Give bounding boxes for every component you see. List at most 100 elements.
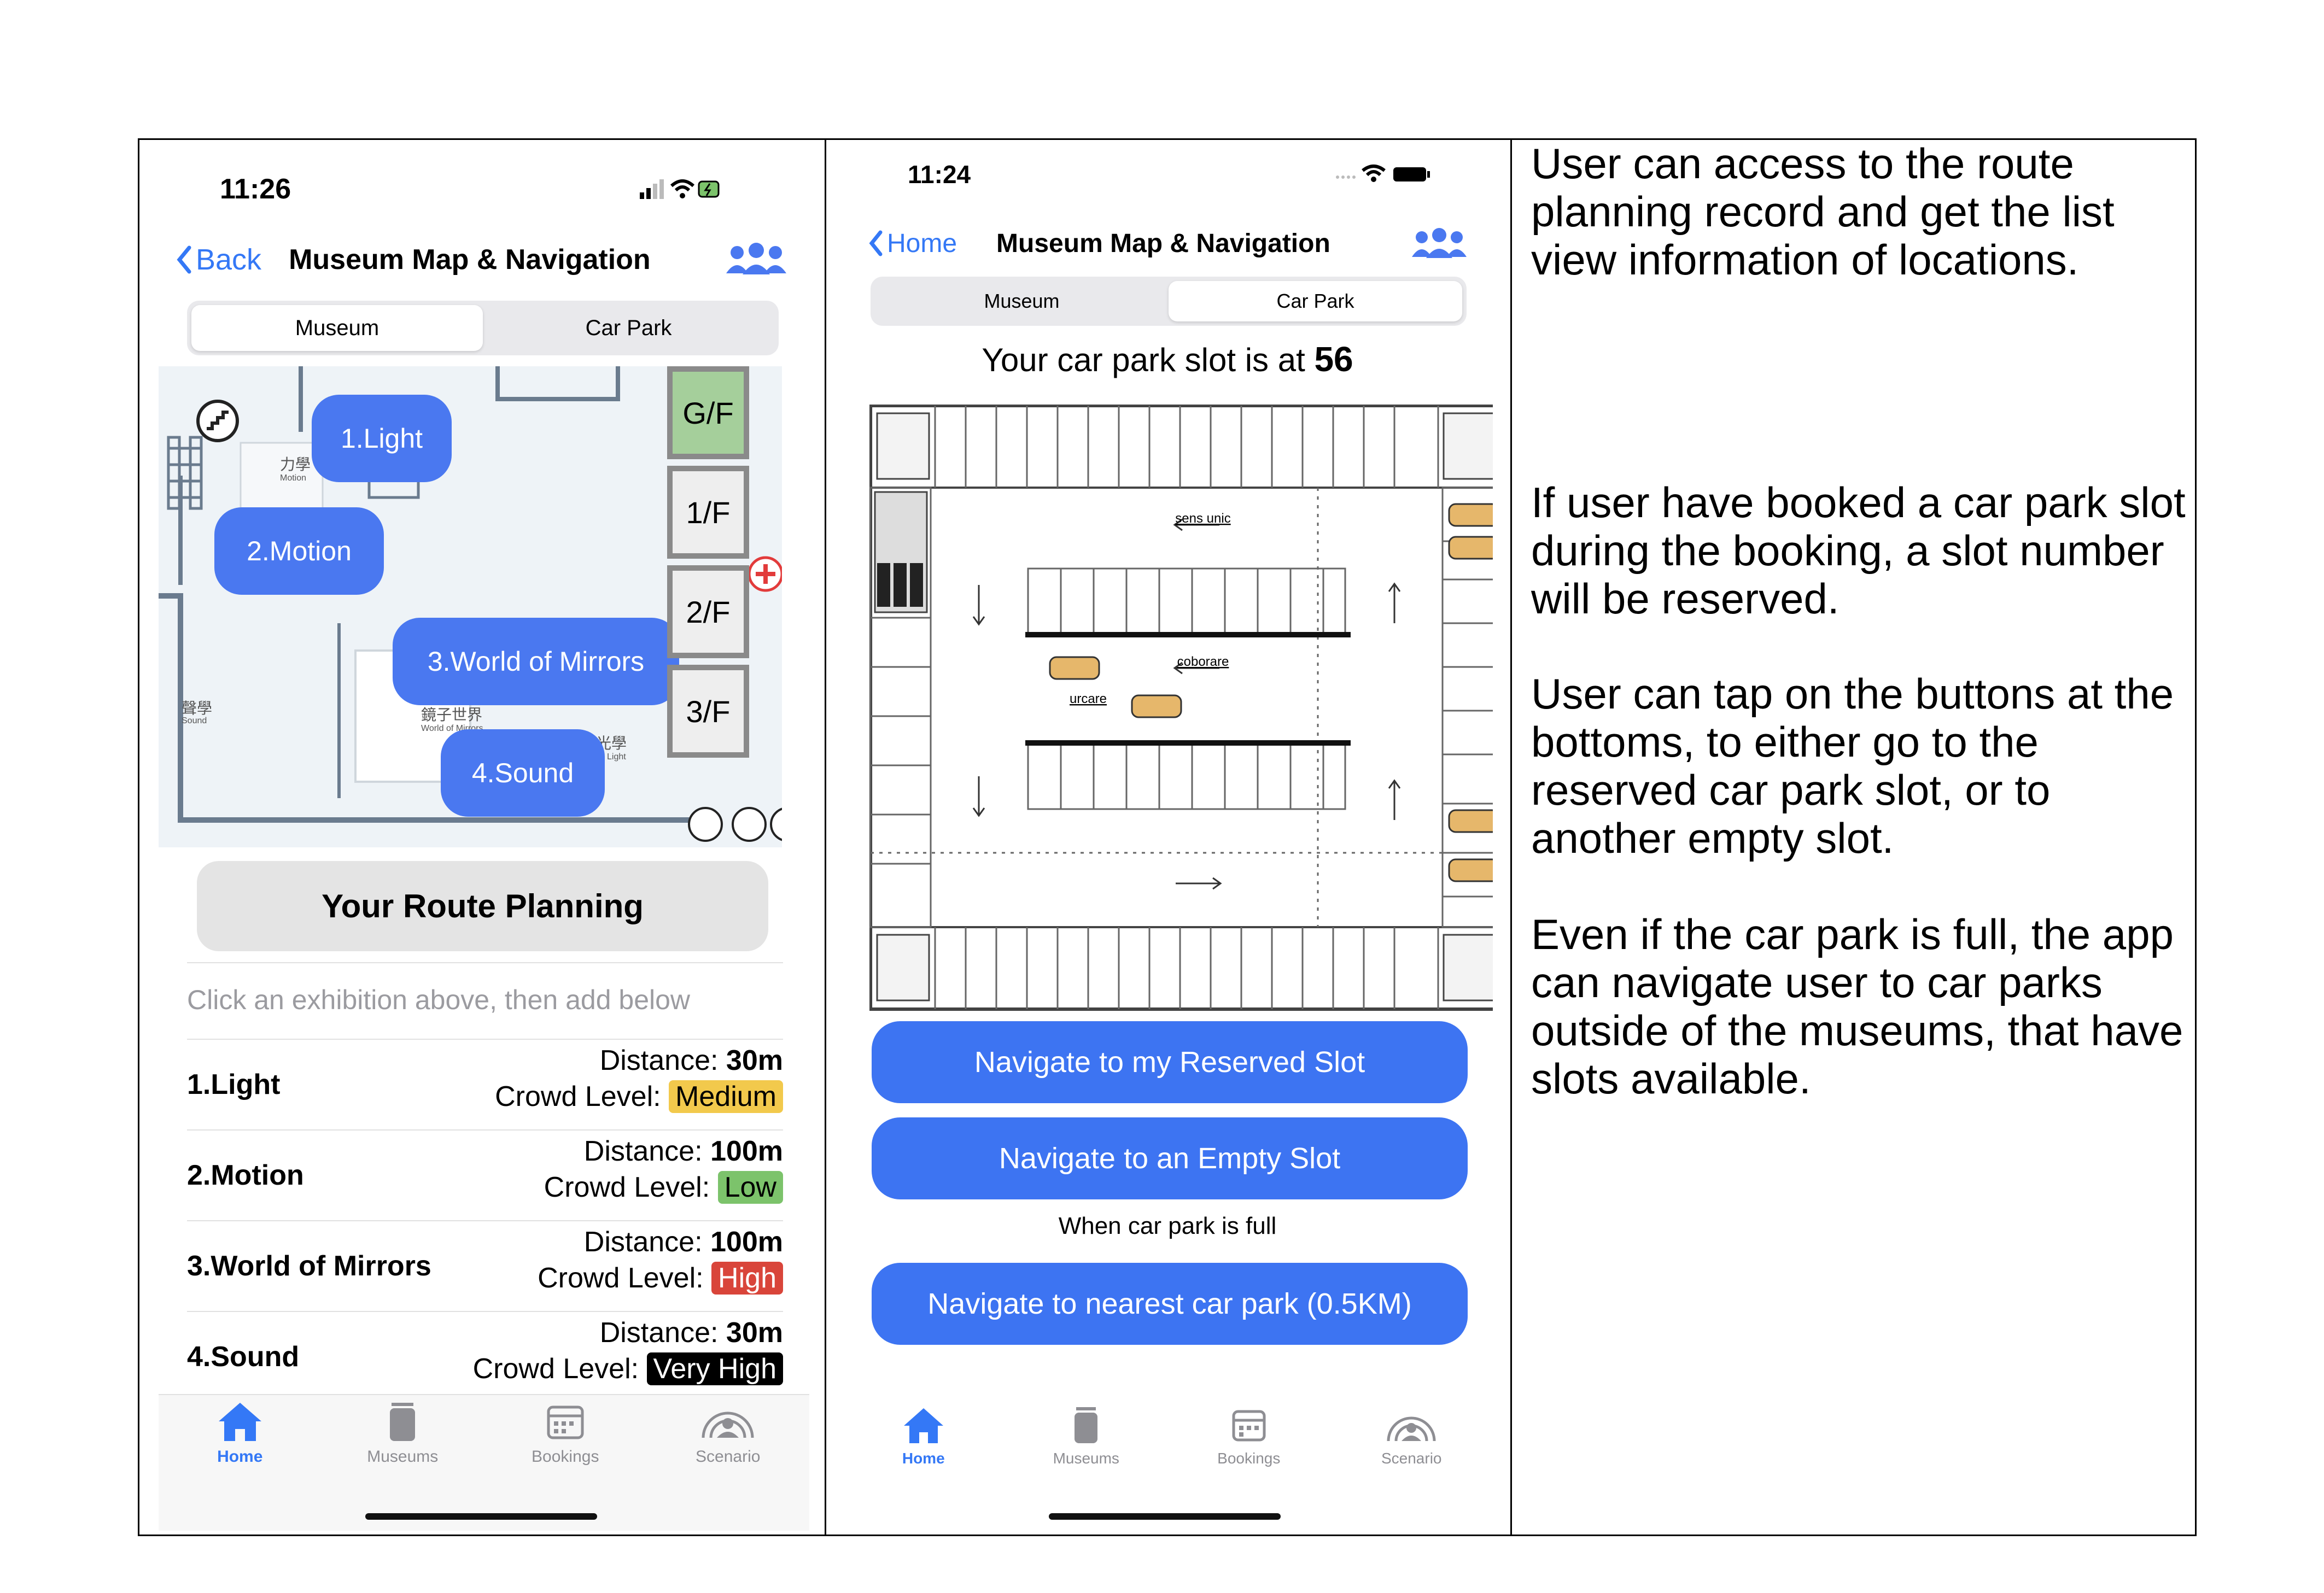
nav-bar: Back Museum Map & Navigation bbox=[174, 241, 792, 279]
tab-scenario[interactable]: Scenario bbox=[1330, 1405, 1493, 1467]
segmented-control: Museum Car Park bbox=[187, 301, 779, 355]
museum-map[interactable]: 力學 Motion 聲學 Sound 鏡子世界 World of Mirrors… bbox=[159, 366, 782, 847]
crowd-line: Crowd Level: High bbox=[538, 1262, 783, 1295]
crowd-line: Crowd Level: Low bbox=[544, 1171, 783, 1204]
tab-bar: Home Museums Bookings Scenario bbox=[842, 1405, 1493, 1467]
segmented-control: Museum Car Park bbox=[871, 277, 1467, 326]
lift-icon bbox=[688, 807, 723, 842]
group-icon[interactable] bbox=[1406, 226, 1472, 261]
map-label-light-en: Light bbox=[607, 752, 626, 762]
crowd-badge: Medium bbox=[669, 1080, 783, 1113]
divider bbox=[187, 962, 783, 963]
plan-label-urcare: urcare bbox=[1070, 692, 1107, 706]
home-icon bbox=[903, 1408, 943, 1443]
hint-text: Click an exhibition above, then add belo… bbox=[187, 985, 691, 1015]
tab-home[interactable]: Home bbox=[842, 1405, 1005, 1467]
tab-label: Scenario bbox=[696, 1448, 761, 1466]
tab-label: Bookings bbox=[1217, 1450, 1281, 1467]
slot-prefix: Your car park slot is at bbox=[982, 342, 1315, 378]
list-item[interactable]: 2.Motion Distance: 100m Crowd Level: Low bbox=[187, 1129, 783, 1221]
crowd-badge: Low bbox=[717, 1171, 783, 1204]
segment-car-park[interactable]: Car Park bbox=[1169, 281, 1462, 321]
list-item[interactable]: 1.Light Distance: 30m Crowd Level: Mediu… bbox=[187, 1039, 783, 1131]
description-reserved-slot: If user have booked a car park slot duri… bbox=[1531, 478, 2186, 623]
tab-label: Home bbox=[217, 1448, 263, 1466]
segment-museum[interactable]: Museum bbox=[191, 305, 483, 351]
bookings-icon bbox=[547, 1405, 584, 1439]
floor-3f[interactable]: 3/F bbox=[667, 665, 749, 758]
signal-icon bbox=[640, 179, 664, 199]
map-label-motion-cn: 力學 bbox=[280, 456, 311, 473]
back-chevron-icon bbox=[177, 245, 191, 274]
navigate-nearest-button[interactable]: Navigate to nearest car park (0.5KM) bbox=[872, 1263, 1468, 1345]
floor-gf[interactable]: G/F bbox=[667, 366, 749, 459]
status-time: 11:26 bbox=[220, 173, 291, 205]
wifi-icon bbox=[670, 179, 695, 198]
map-pin-light[interactable]: 1.Light bbox=[312, 395, 452, 482]
segment-museum[interactable]: Museum bbox=[875, 281, 1169, 321]
segment-car-park[interactable]: Car Park bbox=[483, 305, 774, 351]
description-full-car-park: Even if the car park is full, the app ca… bbox=[1531, 910, 2183, 1103]
back-button[interactable]: Back bbox=[174, 243, 261, 277]
map-pin-motion[interactable]: 2.Motion bbox=[214, 507, 384, 595]
exhibition-list[interactable]: 1.Light Distance: 30m Crowd Level: Mediu… bbox=[187, 1039, 783, 1394]
exhibition-name: 4.Sound bbox=[187, 1341, 300, 1373]
floor-2f[interactable]: 2/F bbox=[667, 565, 749, 658]
tab-bookings[interactable]: Bookings bbox=[484, 1399, 647, 1466]
slot-number: 56 bbox=[1314, 339, 1353, 379]
list-item[interactable]: 4.Sound Distance: 30m Crowd Level: Very … bbox=[187, 1311, 783, 1394]
bookings-icon bbox=[1232, 1410, 1266, 1442]
crowd-badge: High bbox=[711, 1262, 783, 1295]
scenario-icon bbox=[702, 1412, 754, 1438]
column-divider-1 bbox=[825, 138, 826, 1536]
floor-1f[interactable]: 1/F bbox=[667, 466, 749, 559]
map-pin-sound[interactable]: 4.Sound bbox=[441, 729, 605, 817]
nav-bar: Home Museum Map & Navigation bbox=[865, 224, 1472, 262]
route-planning-button[interactable]: Your Route Planning bbox=[197, 861, 768, 951]
map-pin-world-of-mirrors[interactable]: 3.World of Mirrors bbox=[393, 618, 679, 705]
navigate-reserved-button[interactable]: Navigate to my Reserved Slot bbox=[872, 1021, 1468, 1103]
map-label-motion-en: Motion bbox=[280, 473, 307, 483]
back-chevron-icon bbox=[869, 230, 883, 256]
status-icons bbox=[1336, 165, 1430, 182]
tab-bar: Home Museums Bookings Scenario bbox=[159, 1399, 809, 1466]
description-buttons: User can tap on the buttons at the botto… bbox=[1531, 670, 2174, 862]
group-icon[interactable] bbox=[721, 241, 792, 279]
tab-label: Bookings bbox=[532, 1448, 599, 1466]
home-icon bbox=[218, 1403, 261, 1441]
tab-scenario[interactable]: Scenario bbox=[647, 1399, 810, 1466]
distance-line: Distance: 30m bbox=[599, 1045, 783, 1076]
museums-icon bbox=[390, 1403, 416, 1441]
accessible-icon bbox=[770, 807, 782, 841]
phone-screen-car-park: 11:24 Home Museum Map & Navigation Museu… bbox=[842, 148, 1493, 1531]
tab-label: Museums bbox=[367, 1448, 439, 1466]
home-indicator bbox=[1049, 1513, 1281, 1520]
plan-label-sens-unic: sens unic bbox=[1175, 511, 1230, 526]
toilet-icon bbox=[732, 807, 767, 842]
car-park-plan[interactable]: sens unic coborare urcare bbox=[869, 405, 1493, 1011]
crowd-badge: Very High bbox=[646, 1352, 783, 1385]
tab-museums[interactable]: Museums bbox=[1005, 1405, 1168, 1467]
tab-label: Museums bbox=[1053, 1450, 1119, 1467]
crowd-line: Crowd Level: Medium bbox=[495, 1080, 783, 1113]
exhibition-name: 2.Motion bbox=[187, 1159, 304, 1191]
map-label-mirrors-cn: 鏡子世界 bbox=[421, 706, 483, 723]
description-route-planning: User can access to the route planning re… bbox=[1531, 139, 2115, 284]
exhibition-name: 3.World of Mirrors bbox=[187, 1250, 431, 1282]
signal-icon bbox=[1336, 175, 1356, 179]
wifi-icon bbox=[1362, 165, 1386, 182]
crowd-line: Crowd Level: Very High bbox=[473, 1352, 783, 1385]
back-button[interactable]: Home bbox=[865, 227, 957, 260]
list-item[interactable]: 3.World of Mirrors Distance: 100m Crowd … bbox=[187, 1220, 783, 1312]
exhibition-name: 1.Light bbox=[187, 1069, 281, 1100]
distance-line: Distance: 30m bbox=[599, 1317, 783, 1349]
tab-label: Home bbox=[902, 1450, 945, 1467]
navigate-empty-button[interactable]: Navigate to an Empty Slot bbox=[872, 1117, 1468, 1199]
tab-bookings[interactable]: Bookings bbox=[1167, 1405, 1330, 1467]
map-label-sound-en: Sound bbox=[182, 716, 207, 725]
slot-info: Your car park slot is at 56 bbox=[842, 339, 1493, 379]
tab-museums[interactable]: Museums bbox=[322, 1399, 484, 1466]
distance-line: Distance: 100m bbox=[583, 1135, 783, 1167]
tab-home[interactable]: Home bbox=[159, 1399, 322, 1466]
full-note: When car park is full bbox=[1058, 1213, 1277, 1239]
